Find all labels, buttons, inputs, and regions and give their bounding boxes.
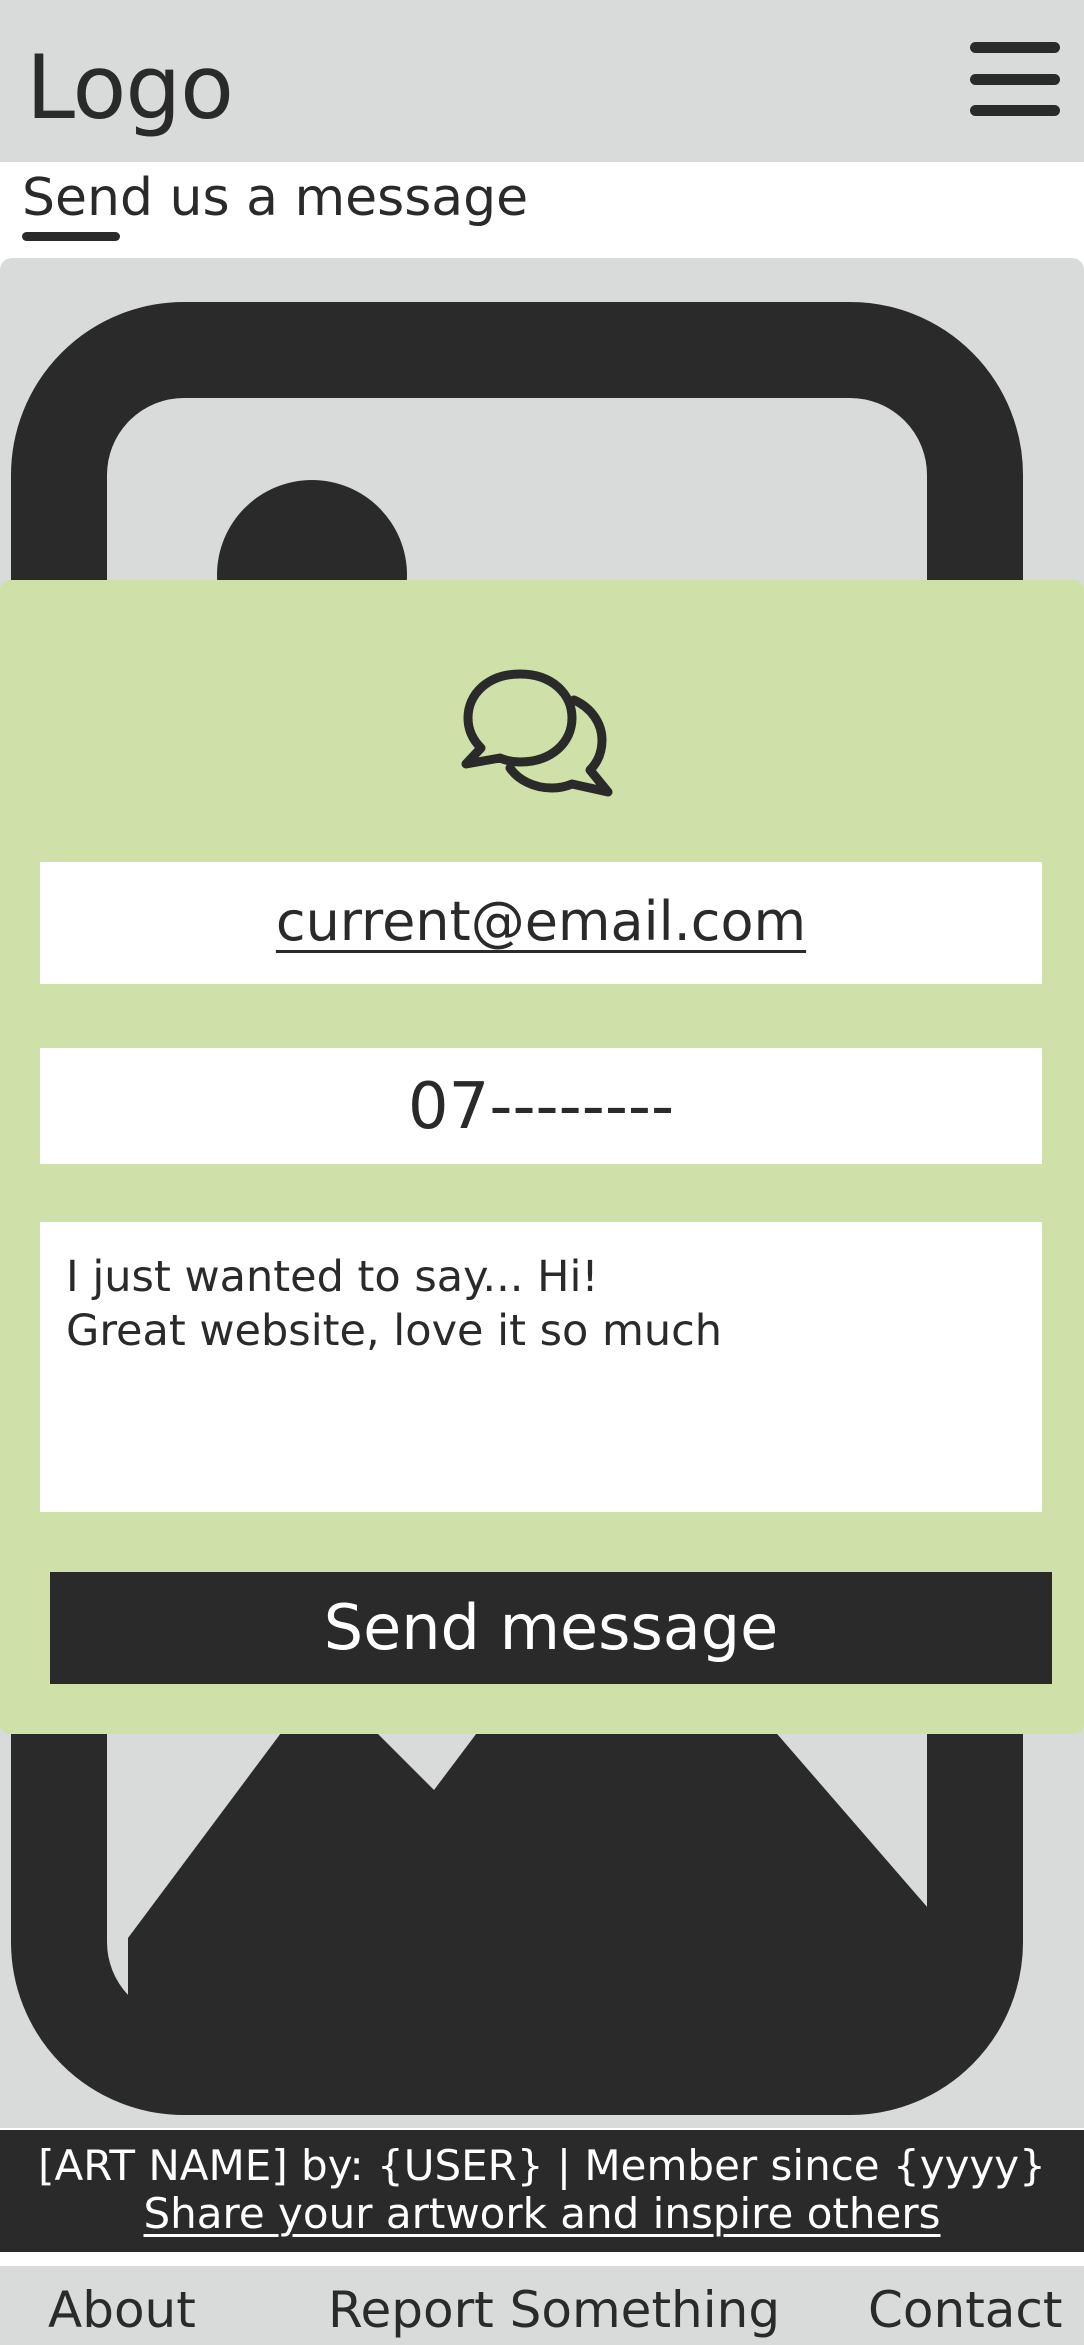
message-line-2: Great website, love it so much	[66, 1306, 723, 1356]
header: Logo	[0, 0, 1084, 162]
footer-link-contact[interactable]: Contact	[868, 2276, 1063, 2344]
share-artwork-link[interactable]: Share your artwork and inspire others	[0, 2188, 1084, 2240]
page-title: Send us a message	[22, 168, 529, 228]
message-textarea[interactable]: I just wanted to say... Hi! Great websit…	[40, 1222, 1042, 1512]
email-value: current@email.com	[275, 890, 807, 953]
footer-link-report[interactable]: Report Something	[328, 2276, 780, 2344]
phone-value: 07--------	[407, 1070, 675, 1144]
hamburger-menu-icon[interactable]	[968, 42, 1062, 118]
footer-link-about[interactable]: About	[48, 2276, 196, 2344]
title-underline	[22, 232, 120, 241]
art-info-bar: [ART NAME] by: {USER} | Member since {yy…	[0, 2130, 1084, 2252]
send-message-button[interactable]: Send message	[50, 1572, 1052, 1684]
logo[interactable]: Logo	[26, 38, 234, 138]
phone-field[interactable]: 07--------	[40, 1048, 1042, 1164]
message-line-1: I just wanted to say... Hi!	[66, 1252, 599, 1302]
art-credit: [ART NAME] by: {USER} | Member since {yy…	[38, 2141, 1046, 2190]
email-field[interactable]: current@email.com	[40, 862, 1042, 984]
footer: About Report Something Contact	[0, 2266, 1084, 2345]
chat-bubbles-icon	[461, 669, 613, 797]
